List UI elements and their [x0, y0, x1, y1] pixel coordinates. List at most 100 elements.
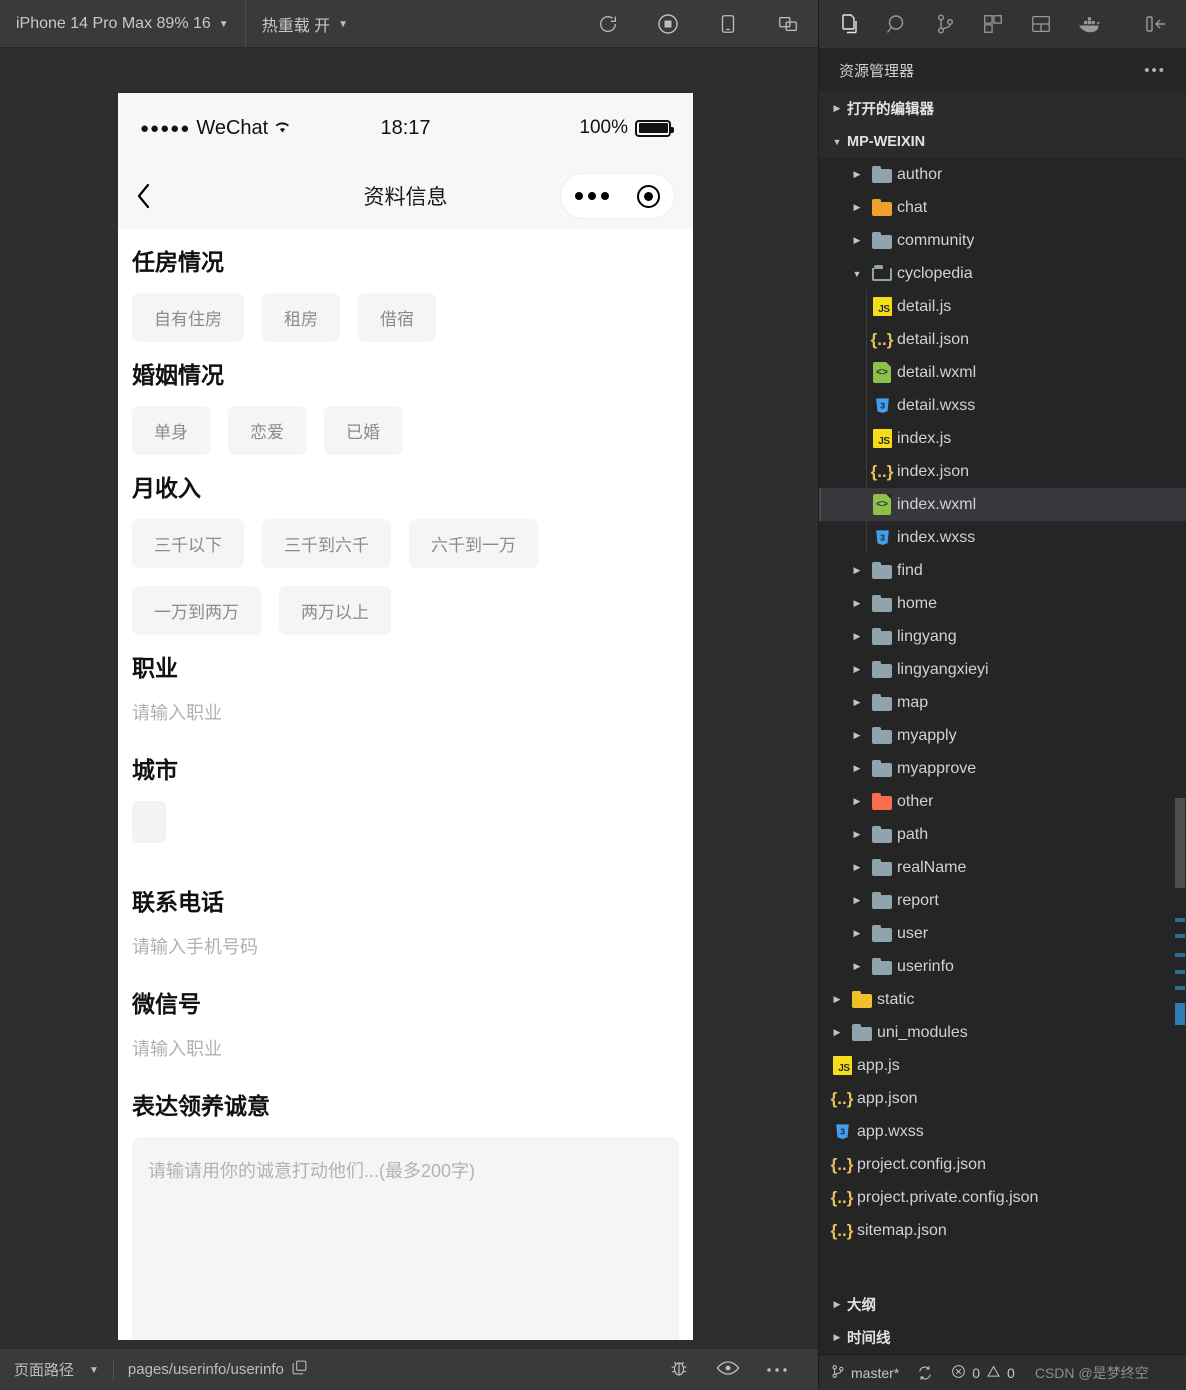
occupation-input[interactable]: 请输入职业 — [132, 699, 679, 725]
section-open-editors[interactable]: ▶ 打开的编辑器 — [819, 92, 1186, 125]
layout-icon[interactable] — [1017, 0, 1065, 48]
tree-file-project-config-json[interactable]: {..} project.config.json — [819, 1148, 1186, 1181]
hot-reload-selector[interactable]: 热重载 开 ▼ — [246, 0, 364, 48]
chevron-right-icon[interactable]: ▶ — [847, 928, 867, 939]
tree-folder-report[interactable]: ▶ report — [819, 884, 1186, 917]
sync-icon[interactable] — [917, 1365, 933, 1381]
tree-folder-uni_modules[interactable]: ▶ uni_modules — [819, 1016, 1186, 1049]
tree-folder-lingyang[interactable]: ▶ lingyang — [819, 620, 1186, 653]
chevron-down-icon[interactable]: ▼ — [847, 269, 867, 279]
tree-folder-myapply[interactable]: ▶ myapply — [819, 719, 1186, 752]
tree-folder-map[interactable]: ▶ map — [819, 686, 1186, 719]
income-option[interactable]: 六千到一万 — [409, 519, 538, 568]
tree-folder-community[interactable]: ▶ community — [819, 224, 1186, 257]
explorer-more-icon[interactable]: ••• — [1144, 62, 1166, 79]
search-icon[interactable] — [873, 0, 921, 48]
income-option[interactable]: 三千到六千 — [262, 519, 391, 568]
eye-icon[interactable] — [716, 1358, 740, 1382]
tree-folder-myapprove[interactable]: ▶ myapprove — [819, 752, 1186, 785]
chevron-right-icon[interactable]: ▶ — [847, 565, 867, 576]
tree-folder-path[interactable]: ▶ path — [819, 818, 1186, 851]
tree-folder-home[interactable]: ▶ home — [819, 587, 1186, 620]
wechat-capsule[interactable] — [560, 173, 675, 219]
section-outline[interactable]: ▶ 大纲 — [819, 1288, 1186, 1321]
tree-file-index-json[interactable]: {..} index.json — [819, 455, 1186, 488]
toggle-panel-icon[interactable] — [1132, 0, 1180, 48]
scrollbar-thumb[interactable] — [1175, 798, 1185, 888]
tree-folder-find[interactable]: ▶ find — [819, 554, 1186, 587]
git-branch-item[interactable]: master* — [831, 1364, 899, 1382]
device-selector[interactable]: iPhone 14 Pro Max 89% 16 ▼ — [0, 0, 246, 48]
chevron-right-icon[interactable]: ▶ — [847, 961, 867, 972]
wechat-input[interactable]: 请输入职业 — [132, 1035, 679, 1061]
tree-file-index-js[interactable]: JS index.js — [819, 422, 1186, 455]
chevron-left-icon[interactable] — [136, 182, 170, 210]
extensions-icon[interactable] — [969, 0, 1017, 48]
tree-folder-userinfo[interactable]: ▶ userinfo — [819, 950, 1186, 983]
marital-option[interactable]: 恋爱 — [228, 406, 306, 455]
phone-input[interactable]: 请输入手机号码 — [132, 933, 679, 959]
chevron-right-icon[interactable]: ▶ — [847, 169, 867, 180]
tree-file-detail-wxss[interactable]: 3 detail.wxss — [819, 389, 1186, 422]
more-icon[interactable] — [766, 1361, 788, 1378]
chevron-right-icon[interactable]: ▶ — [827, 1027, 847, 1038]
bug-icon[interactable] — [668, 1357, 690, 1383]
chevron-right-icon[interactable]: ▶ — [847, 598, 867, 609]
marital-option[interactable]: 单身 — [132, 406, 210, 455]
chevron-right-icon[interactable]: ▶ — [847, 631, 867, 642]
tree-file-detail-json[interactable]: {..} detail.json — [819, 323, 1186, 356]
income-option[interactable]: 两万以上 — [279, 586, 391, 635]
file-tree[interactable]: ▶ author ▶ chat ▶ community ▼ cyclopedia JS detai… — [819, 158, 1186, 1288]
docker-icon[interactable] — [1065, 0, 1113, 48]
marital-option[interactable]: 已婚 — [324, 406, 402, 455]
tree-folder-author[interactable]: ▶ author — [819, 158, 1186, 191]
housing-option[interactable]: 租房 — [262, 293, 340, 342]
chevron-right-icon[interactable]: ▶ — [847, 730, 867, 741]
chevron-right-icon[interactable]: ▶ — [847, 235, 867, 246]
tree-folder-user[interactable]: ▶ user — [819, 917, 1186, 950]
chevron-right-icon[interactable]: ▶ — [847, 895, 867, 906]
more-dots-icon[interactable] — [575, 192, 609, 200]
file-tree-scrollbar[interactable] — [1174, 158, 1186, 1288]
page-path-selector[interactable]: 页面路径 ▼ — [14, 1359, 99, 1380]
tree-folder-realname[interactable]: ▶ realName — [819, 851, 1186, 884]
tree-file-project-private-config-json[interactable]: {..} project.private.config.json — [819, 1181, 1186, 1214]
chevron-right-icon[interactable]: ▶ — [847, 697, 867, 708]
explorer-icon[interactable] — [825, 0, 873, 48]
source-control-icon[interactable] — [921, 0, 969, 48]
tree-file-app-wxss[interactable]: 3 app.wxss — [819, 1115, 1186, 1148]
chevron-right-icon[interactable]: ▶ — [847, 763, 867, 774]
sincerity-textarea[interactable]: 请输请用你的诚意打动他们...(最多200字) — [132, 1137, 679, 1340]
income-option[interactable]: 一万到两万 — [132, 586, 261, 635]
section-timeline[interactable]: ▶ 时间线 — [819, 1321, 1186, 1354]
chevron-right-icon[interactable]: ▶ — [847, 796, 867, 807]
refresh-icon[interactable] — [578, 0, 638, 48]
tree-folder-other[interactable]: ▶ other — [819, 785, 1186, 818]
chevron-right-icon[interactable]: ▶ — [847, 862, 867, 873]
record-icon[interactable] — [638, 0, 698, 48]
problems-item[interactable]: 0 0 — [951, 1364, 1015, 1382]
tree-file-index-wxss[interactable]: 3 index.wxss — [819, 521, 1186, 554]
income-option[interactable]: 三千以下 — [132, 519, 244, 568]
housing-option[interactable]: 自有住房 — [132, 293, 244, 342]
section-project[interactable]: ▼ MP-WEIXIN — [819, 125, 1186, 158]
tree-file-sitemap-json[interactable]: {..} sitemap.json — [819, 1214, 1186, 1247]
city-picker[interactable] — [132, 801, 166, 843]
tree-folder-static[interactable]: ▶ static — [819, 983, 1186, 1016]
tree-file-detail-wxml[interactable]: <> detail.wxml — [819, 356, 1186, 389]
target-icon[interactable] — [637, 184, 660, 208]
tree-folder-chat[interactable]: ▶ chat — [819, 191, 1186, 224]
tree-file-app-json[interactable]: {..} app.json — [819, 1082, 1186, 1115]
housing-option[interactable]: 借宿 — [358, 293, 436, 342]
multi-window-icon[interactable] — [758, 0, 818, 48]
tree-file-index-wxml[interactable]: <> index.wxml — [819, 488, 1186, 521]
tree-file-detail-js[interactable]: JS detail.js — [819, 290, 1186, 323]
chevron-right-icon[interactable]: ▶ — [847, 829, 867, 840]
tree-folder-lingyangxieyi[interactable]: ▶ lingyangxieyi — [819, 653, 1186, 686]
copy-icon[interactable] — [291, 1359, 308, 1380]
mobile-icon[interactable] — [698, 0, 758, 48]
chevron-right-icon[interactable]: ▶ — [847, 202, 867, 213]
chevron-right-icon[interactable]: ▶ — [827, 994, 847, 1005]
tree-file-app-js[interactable]: JS app.js — [819, 1049, 1186, 1082]
tree-folder-cyclopedia[interactable]: ▼ cyclopedia — [819, 257, 1186, 290]
